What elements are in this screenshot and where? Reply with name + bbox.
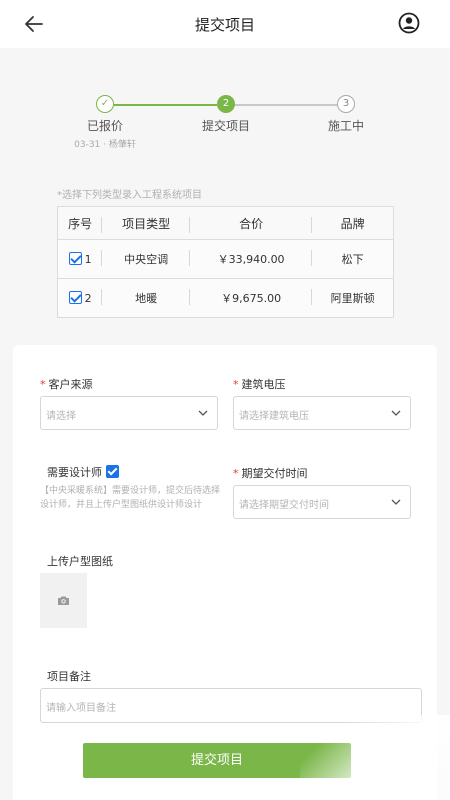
top-bar: 提交项目	[0, 0, 450, 48]
step-2-label: 提交项目	[201, 119, 250, 133]
customer-source-select[interactable]: 请选择	[40, 396, 218, 430]
required-mark: *	[40, 378, 46, 391]
designer-note: 【中央采暖系统】需要设计师，提交后待选择设计师，并且上传户型图纸供设计师设计	[40, 486, 221, 510]
delivery-time-select[interactable]: 请选择期望交付时间	[233, 485, 411, 519]
step-2-indicator: 2	[217, 95, 235, 113]
profile-button[interactable]	[398, 12, 420, 34]
row-checkbox[interactable]	[68, 291, 82, 304]
step-1-meta: 03-31 · 杨肇轩	[74, 140, 136, 150]
header-type: 项目类型	[102, 206, 190, 240]
step-3-label: 施工中	[327, 119, 364, 133]
step-1-check-icon: ✓	[96, 95, 114, 113]
upload-label: 上传户型图纸	[47, 555, 113, 568]
submit-project-button[interactable]: 提交项目	[83, 743, 351, 778]
remark-label: 项目备注	[47, 670, 91, 683]
row-type: 地暖	[102, 278, 190, 318]
voltage-select[interactable]: 请选择建筑电压	[233, 396, 411, 430]
table-header-row: 序号 项目类型 合价 品牌	[57, 206, 394, 240]
header-seq: 序号	[57, 206, 103, 240]
row-brand: 阿里斯顿	[312, 278, 394, 318]
page-title: 提交项目	[194, 16, 255, 34]
row-type: 中央空调	[102, 239, 190, 279]
row-brand: 松下	[312, 239, 394, 279]
step-3-indicator: 3	[337, 95, 355, 113]
designer-label: 需要设计师	[47, 464, 119, 480]
step-connector-done	[114, 104, 217, 106]
voltage-placeholder: 请选择建筑电压	[239, 411, 309, 422]
customer-source-placeholder: 请选择	[46, 411, 76, 422]
delivery-time-label: * 期望交付时间	[233, 467, 308, 480]
step-connector-pending	[234, 104, 337, 106]
row-price: ￥9,675.00	[189, 278, 313, 318]
upload-floorplan-button[interactable]	[40, 573, 87, 628]
project-form-card: * 客户来源 请选择 * 建筑电压 请选择建筑电压 需要设计师 【中央采暖系统】需要…	[13, 345, 437, 800]
header-brand: 品牌	[312, 206, 394, 240]
progress-steps: ✓ 2 3 已报价 提交项目 施工中 03-31 · 杨肇轩	[0, 92, 450, 152]
remark-input[interactable]: 请输入项目备注	[40, 688, 422, 723]
camera-icon	[58, 596, 69, 605]
table-row: 1 中央空调 ￥33,940.00 松下	[57, 239, 394, 279]
row-seq-cell: 1	[57, 239, 103, 279]
row-seq-cell: 2	[57, 278, 103, 318]
delivery-time-placeholder: 请选择期望交付时间	[239, 500, 329, 511]
customer-source-label: * 客户来源	[40, 378, 93, 391]
chevron-down-icon	[391, 499, 401, 505]
row-seq: 1	[84, 253, 92, 266]
header-price: 合价	[189, 206, 313, 240]
required-mark: *	[233, 467, 239, 480]
chevron-down-icon	[391, 410, 401, 416]
user-circle-icon	[398, 12, 420, 34]
project-table: 序号 项目类型 合价 品牌 1 中央空调 ￥33,940.00 松下 2 地暖 …	[57, 206, 394, 318]
row-seq: 2	[84, 292, 92, 305]
step-1-label: 已报价	[86, 119, 123, 133]
table-row: 2 地暖 ￥9,675.00 阿里斯顿	[57, 278, 394, 318]
row-checkbox[interactable]	[68, 252, 82, 265]
row-price: ￥33,940.00	[189, 239, 313, 279]
chevron-down-icon	[198, 410, 208, 416]
required-mark: *	[233, 378, 239, 391]
designer-checkbox[interactable]	[106, 465, 119, 478]
table-hint: *选择下列类型录入工程系统项目	[57, 190, 202, 201]
voltage-label: * 建筑电压	[233, 378, 286, 391]
